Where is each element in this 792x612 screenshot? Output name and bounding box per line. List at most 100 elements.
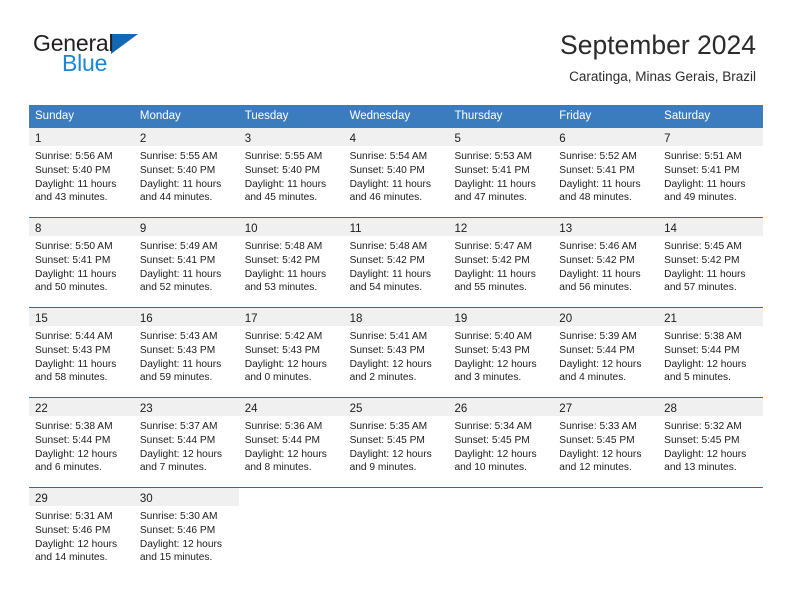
day-cell[interactable]: 13 Sunrise: 5:46 AM Sunset: 5:42 PM Dayl… — [553, 218, 659, 308]
day-cell[interactable]: 24 Sunrise: 5:36 AM Sunset: 5:44 PM Dayl… — [238, 398, 344, 488]
daynum-band: 6 — [553, 128, 659, 147]
day-cell[interactable]: 12 Sunrise: 5:47 AM Sunset: 5:42 PM Dayl… — [448, 218, 554, 308]
day-cell[interactable]: 18 Sunrise: 5:41 AM Sunset: 5:43 PM Dayl… — [343, 308, 449, 398]
sunset-text: Sunset: 5:45 PM — [664, 434, 740, 446]
day-number: 22 — [35, 403, 48, 416]
day-cell[interactable]: 17 Sunrise: 5:42 AM Sunset: 5:43 PM Dayl… — [238, 308, 344, 398]
sunset-text: Sunset: 5:43 PM — [35, 344, 111, 356]
sunset-text: Sunset: 5:40 PM — [349, 164, 425, 176]
sunset-text: Sunset: 5:42 PM — [244, 254, 321, 266]
day-cell[interactable]: 1 Sunrise: 5:56 AM Sunset: 5:40 PM Dayli… — [29, 128, 134, 218]
day-number: 5 — [454, 133, 461, 146]
daynum-band: 1 — [29, 128, 134, 147]
day-number: 24 — [244, 403, 258, 416]
sunrise-text: Sunrise: 5:48 AM — [244, 241, 323, 253]
day-cell[interactable]: 5 Sunrise: 5:53 AM Sunset: 5:41 PM Dayli… — [448, 128, 554, 218]
sunset-text: Sunset: 5:43 PM — [454, 344, 530, 356]
day-number: 20 — [559, 313, 573, 326]
day-cell[interactable]: 14 Sunrise: 5:45 AM Sunset: 5:42 PM Dayl… — [658, 218, 764, 308]
daynum-band — [448, 488, 553, 506]
day-number: 7 — [664, 133, 671, 146]
day-cell[interactable]: 30 Sunrise: 5:30 AM Sunset: 5:46 PM Dayl… — [133, 488, 239, 578]
sunrise-text: Sunrise: 5:30 AM — [139, 511, 218, 523]
daynum-band: 18 — [343, 308, 449, 327]
day-details: Sunrise: 5:48 AM Sunset: 5:42 PM Dayligh… — [239, 236, 344, 294]
day-cell[interactable]: 28 Sunrise: 5:32 AM Sunset: 5:45 PM Dayl… — [658, 398, 764, 488]
day-number: 3 — [244, 133, 252, 146]
daynum-band: 11 — [343, 218, 449, 237]
sunset-text: Sunset: 5:42 PM — [454, 254, 530, 266]
day-number: 1 — [35, 133, 42, 146]
day-cell-empty — [448, 488, 554, 578]
weekday-header-tuesday: Tuesday — [244, 110, 289, 122]
day-cell[interactable]: 29 Sunrise: 5:31 AM Sunset: 5:46 PM Dayl… — [29, 488, 134, 578]
daylight-text: Daylight: 12 hours and 4 minutes. — [559, 358, 642, 384]
day-cell[interactable]: 27 Sunrise: 5:33 AM Sunset: 5:45 PM Dayl… — [553, 398, 659, 488]
daylight-text: Daylight: 11 hours and 50 minutes. — [35, 268, 117, 294]
day-number: 30 — [139, 493, 153, 506]
day-cell[interactable]: 20 Sunrise: 5:39 AM Sunset: 5:44 PM Dayl… — [553, 308, 659, 398]
sunset-text: Sunset: 5:44 PM — [139, 434, 216, 446]
day-cell[interactable]: 9 Sunrise: 5:49 AM Sunset: 5:41 PM Dayli… — [133, 218, 239, 308]
day-number: 27 — [559, 403, 573, 416]
sunset-text: Sunset: 5:42 PM — [664, 254, 740, 266]
day-cell[interactable]: 3 Sunrise: 5:55 AM Sunset: 5:40 PM Dayli… — [238, 128, 344, 218]
day-cell[interactable]: 2 Sunrise: 5:55 AM Sunset: 5:40 PM Dayli… — [133, 128, 239, 218]
sunrise-text: Sunrise: 5:46 AM — [559, 241, 637, 253]
daylight-text: Daylight: 12 hours and 13 minutes. — [664, 448, 747, 474]
day-details: Sunrise: 5:37 AM Sunset: 5:44 PM Dayligh… — [134, 416, 239, 474]
day-cell[interactable]: 25 Sunrise: 5:35 AM Sunset: 5:45 PM Dayl… — [343, 398, 449, 488]
day-cell[interactable]: 21 Sunrise: 5:38 AM Sunset: 5:44 PM Dayl… — [658, 308, 764, 398]
day-cell[interactable]: 10 Sunrise: 5:48 AM Sunset: 5:42 PM Dayl… — [238, 218, 344, 308]
weekday-header-monday: Monday — [139, 110, 181, 122]
daylight-text: Daylight: 11 hours and 52 minutes. — [139, 268, 222, 294]
page-title: September 2024 — [560, 30, 756, 60]
day-number: 15 — [35, 313, 48, 326]
day-number: 28 — [664, 403, 677, 416]
page-header: General Blue September 2024 Caratinga, M… — [0, 0, 792, 84]
daynum-band: 3 — [238, 128, 344, 147]
calendar-page: General Blue September 2024 Caratinga, M… — [0, 0, 792, 612]
sunset-text: Sunset: 5:41 PM — [559, 164, 635, 176]
sunrise-text: Sunrise: 5:47 AM — [454, 241, 533, 253]
day-cell[interactable]: 7 Sunrise: 5:51 AM Sunset: 5:41 PM Dayli… — [658, 128, 764, 218]
day-cell[interactable]: 11 Sunrise: 5:48 AM Sunset: 5:42 PM Dayl… — [343, 218, 449, 308]
week-row: 22 Sunrise: 5:38 AM Sunset: 5:44 PM Dayl… — [29, 397, 764, 488]
day-details: Sunrise: 5:56 AM Sunset: 5:40 PM Dayligh… — [29, 146, 134, 204]
sunrise-text: Sunrise: 5:50 AM — [35, 241, 113, 253]
week-row: 8 Sunrise: 5:50 AM Sunset: 5:41 PM Dayli… — [29, 217, 764, 308]
day-details: Sunrise: 5:50 AM Sunset: 5:41 PM Dayligh… — [29, 236, 134, 294]
day-number: 2 — [139, 133, 147, 146]
page-subtitle: Caratinga, Minas Gerais, Brazil — [569, 69, 756, 85]
day-number: 4 — [349, 133, 356, 146]
daynum-band: 12 — [448, 218, 554, 237]
daynum-band — [553, 488, 658, 506]
daynum-band: 13 — [553, 218, 659, 237]
sunset-text: Sunset: 5:44 PM — [559, 344, 635, 356]
day-cell[interactable]: 19 Sunrise: 5:40 AM Sunset: 5:43 PM Dayl… — [448, 308, 554, 398]
day-cell[interactable]: 23 Sunrise: 5:37 AM Sunset: 5:44 PM Dayl… — [133, 398, 239, 488]
day-details: Sunrise: 5:48 AM Sunset: 5:42 PM Dayligh… — [344, 236, 449, 294]
sunset-text: Sunset: 5:44 PM — [664, 344, 740, 356]
daylight-text: Daylight: 11 hours and 54 minutes. — [349, 268, 431, 294]
day-cell[interactable]: 6 Sunrise: 5:52 AM Sunset: 5:41 PM Dayli… — [553, 128, 659, 218]
day-cell[interactable]: 4 Sunrise: 5:54 AM Sunset: 5:40 PM Dayli… — [343, 128, 449, 218]
sunrise-text: Sunrise: 5:42 AM — [244, 331, 323, 343]
day-cell[interactable]: 15 Sunrise: 5:44 AM Sunset: 5:43 PM Dayl… — [29, 308, 134, 398]
day-number: 18 — [349, 313, 363, 326]
day-details: Sunrise: 5:55 AM Sunset: 5:40 PM Dayligh… — [239, 146, 344, 204]
day-cell[interactable]: 16 Sunrise: 5:43 AM Sunset: 5:43 PM Dayl… — [133, 308, 239, 398]
day-details: Sunrise: 5:54 AM Sunset: 5:40 PM Dayligh… — [344, 146, 449, 204]
sunrise-text: Sunrise: 5:45 AM — [664, 241, 742, 253]
day-details: Sunrise: 5:35 AM Sunset: 5:45 PM Dayligh… — [344, 416, 449, 474]
day-cell[interactable]: 8 Sunrise: 5:50 AM Sunset: 5:41 PM Dayli… — [29, 218, 134, 308]
sunrise-text: Sunrise: 5:49 AM — [139, 241, 218, 253]
logo-text-general: General — [33, 30, 114, 56]
daylight-text: Daylight: 12 hours and 10 minutes. — [454, 448, 537, 474]
day-cell[interactable]: 22 Sunrise: 5:38 AM Sunset: 5:44 PM Dayl… — [29, 398, 134, 488]
daynum-band: 25 — [343, 398, 449, 417]
daylight-text: Daylight: 11 hours and 59 minutes. — [139, 358, 222, 384]
day-details: Sunrise: 5:55 AM Sunset: 5:40 PM Dayligh… — [134, 146, 239, 204]
day-number: 6 — [559, 133, 566, 146]
day-cell[interactable]: 26 Sunrise: 5:34 AM Sunset: 5:45 PM Dayl… — [448, 398, 554, 488]
